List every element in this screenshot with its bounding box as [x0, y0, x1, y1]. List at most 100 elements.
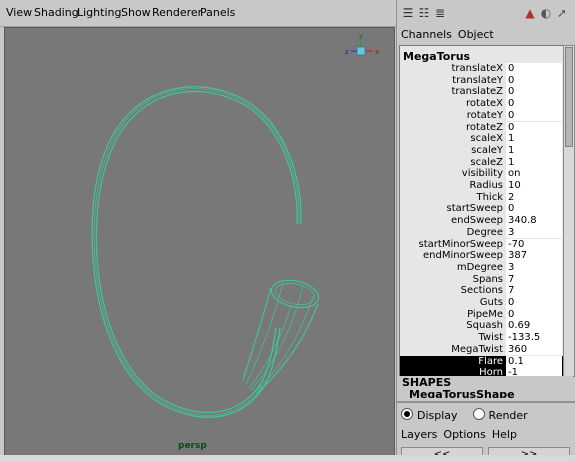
channel-row[interactable]: Twist -133.5	[400, 332, 563, 344]
channel-row[interactable]: Radius 10	[400, 180, 563, 192]
move-tool-icon[interactable]: ▲	[523, 6, 537, 20]
menu-channels[interactable]: Channels	[401, 28, 452, 41]
channel-label[interactable]: startMinorSweep	[419, 239, 503, 251]
channel-label[interactable]: startSweep	[447, 203, 503, 215]
channel-row[interactable]: translateY 0	[400, 74, 563, 87]
channel-value-field[interactable]: 7	[506, 273, 562, 286]
menu-help[interactable]: Help	[492, 428, 517, 441]
channel-label[interactable]: Radius	[469, 180, 503, 192]
channel-row[interactable]: Sections 7	[400, 285, 563, 297]
channel-value-field[interactable]: 0	[506, 63, 562, 75]
channel-label[interactable]: Thick	[476, 192, 503, 204]
channel-label[interactable]: Degree	[467, 227, 503, 239]
channel-value-field[interactable]: 0	[506, 109, 562, 122]
channel-row[interactable]: translateZ 0	[400, 86, 563, 99]
channel-box-layout-icon[interactable]: ☰	[401, 6, 415, 20]
display-radio[interactable]	[401, 408, 413, 420]
pointer-icon[interactable]: ➚	[555, 6, 569, 20]
channel-row[interactable]: rotateZ 0	[400, 121, 563, 134]
node-name[interactable]: MegaTorus	[403, 50, 470, 63]
panel-divider[interactable]	[397, 401, 575, 403]
channel-label[interactable]: MegaTwist	[451, 344, 503, 356]
channel-row[interactable]: Flare 0.1	[400, 355, 563, 368]
channel-row[interactable]: translateX 0	[400, 63, 563, 75]
channel-list-scrollbar[interactable]	[563, 45, 575, 377]
channel-value-field[interactable]: 1	[506, 156, 562, 169]
channel-label[interactable]: endSweep	[451, 215, 503, 227]
megatorus-wireframe[interactable]: y x z	[5, 28, 394, 455]
channel-value-field[interactable]: on	[506, 168, 562, 180]
channel-label[interactable]: translateZ	[451, 86, 503, 98]
channel-label[interactable]: Guts	[480, 297, 503, 309]
channel-label[interactable]: rotateX	[466, 98, 503, 110]
channel-row[interactable]: scaleX 1	[400, 133, 563, 145]
shape-node-name[interactable]: MegaTorusShape	[409, 388, 515, 398]
tool-settings-layout-icon[interactable]: ≣	[433, 6, 447, 20]
channel-value-field[interactable]: 3	[506, 261, 562, 274]
channel-row[interactable]: startSweep 0	[400, 203, 563, 216]
channel-value-field[interactable]: 1	[506, 144, 562, 157]
menu-view[interactable]: View	[6, 6, 32, 19]
channel-label[interactable]: translateX	[451, 63, 503, 75]
channel-label[interactable]: scaleX	[470, 133, 503, 145]
channel-label[interactable]: PipeMe	[467, 309, 503, 321]
channel-row[interactable]: Thick 2	[400, 191, 563, 204]
menu-object[interactable]: Object	[458, 28, 494, 41]
channel-label[interactable]: scaleZ	[470, 157, 503, 169]
channel-label[interactable]: Sections	[461, 285, 503, 297]
channel-value-field[interactable]: 0	[506, 297, 562, 309]
channel-label[interactable]: visibility	[462, 168, 503, 180]
channel-value-field[interactable]: 360	[506, 343, 562, 356]
scrollbar-thumb[interactable]	[565, 47, 573, 147]
channel-value-field[interactable]: 340.8	[506, 215, 562, 227]
channel-row[interactable]: Degree 3	[400, 226, 563, 239]
channel-row[interactable]: rotateX 0	[400, 98, 563, 110]
channel-label[interactable]: Squash	[466, 320, 503, 332]
channel-label[interactable]: rotateZ	[466, 122, 503, 134]
menu-lighting[interactable]: Lighting	[77, 6, 121, 19]
perspective-view[interactable]: y x z	[4, 27, 395, 456]
sphere-icon[interactable]: ◐	[539, 6, 553, 20]
channel-row[interactable]: mDegree 3	[400, 261, 563, 274]
channel-row[interactable]: MegaTwist 360	[400, 343, 563, 356]
channel-value-field[interactable]: 0	[506, 74, 562, 87]
menu-renderer[interactable]: Renderer	[152, 6, 202, 19]
channel-label[interactable]: rotateY	[467, 110, 503, 122]
channel-label[interactable]: Twist	[478, 332, 503, 344]
render-radio[interactable]	[472, 408, 485, 420]
channel-label[interactable]: scaleY	[471, 145, 503, 157]
channel-value-field[interactable]: 7	[506, 285, 562, 297]
channel-row[interactable]: scaleY 1	[400, 144, 563, 157]
channel-value-field[interactable]: 10	[506, 180, 562, 192]
channel-label[interactable]: endMinorSweep	[423, 250, 503, 262]
channel-value-field[interactable]: 0	[506, 308, 562, 321]
channel-row[interactable]: endMinorSweep 387	[400, 250, 563, 262]
channel-row[interactable]: Squash 0.69	[400, 320, 563, 333]
menu-show[interactable]: Show	[121, 6, 151, 19]
channel-value-field[interactable]: 387	[506, 250, 562, 262]
channel-value-field[interactable]: 0	[506, 121, 562, 134]
channel-value-field[interactable]: 0.69	[506, 320, 562, 333]
channel-row[interactable]: PipeMe 0	[400, 308, 563, 321]
channel-value-field[interactable]: -70	[506, 238, 562, 251]
channel-value-field[interactable]: -133.5	[506, 332, 562, 344]
channel-row[interactable]: Guts 0	[400, 297, 563, 309]
channel-value-field[interactable]: 2	[506, 191, 562, 204]
channel-label[interactable]: Spans	[473, 274, 503, 286]
channel-value-field[interactable]: 1	[506, 133, 562, 145]
attribute-editor-layout-icon[interactable]: ☷	[417, 6, 431, 20]
channel-value-field[interactable]: 0	[506, 86, 562, 99]
channel-label[interactable]: Flare	[478, 356, 503, 368]
channel-row[interactable]: Spans 7	[400, 273, 563, 286]
channel-row[interactable]: rotateY 0	[400, 109, 563, 122]
channel-value-field[interactable]: 0	[506, 203, 562, 216]
menu-panels[interactable]: Panels	[200, 6, 235, 19]
channel-row[interactable]: visibility on	[400, 168, 563, 180]
channel-value-field[interactable]: 0	[506, 98, 562, 110]
channel-label[interactable]: translateY	[452, 75, 503, 87]
channel-label[interactable]: mDegree	[457, 262, 503, 274]
channel-row[interactable]: startMinorSweep -70	[400, 238, 563, 251]
channel-value-field[interactable]: 0.1	[506, 355, 562, 368]
menu-layers[interactable]: Layers	[401, 428, 437, 441]
channel-value-field[interactable]: 3	[506, 226, 562, 239]
